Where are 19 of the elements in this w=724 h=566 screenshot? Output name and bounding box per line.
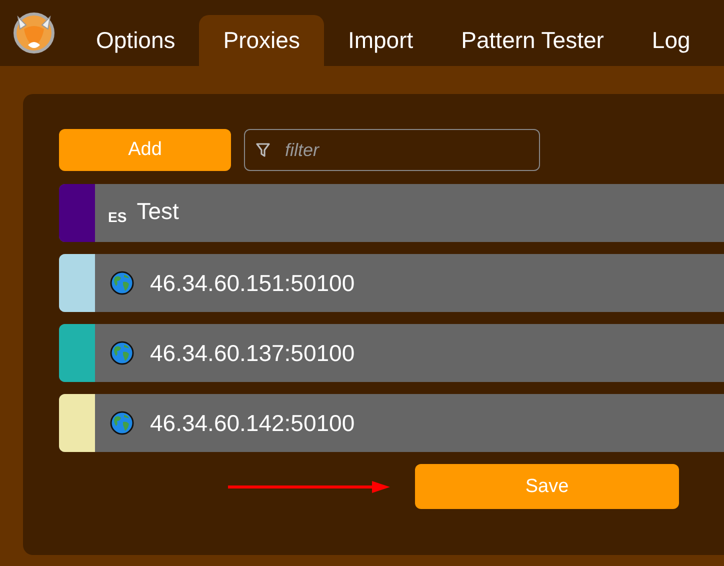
proxy-title: 46.34.60.151:50100 xyxy=(150,270,355,296)
proxy-row[interactable]: 46.34.60.142:50100 xyxy=(59,394,724,452)
pattern-label: ES xyxy=(108,209,127,225)
globe-icon xyxy=(110,411,134,435)
tab[interactable]: Pattern Tester xyxy=(437,15,628,66)
filter-field[interactable]: filter xyxy=(244,129,540,171)
proxy-row[interactable]: 46.34.60.137:50100 xyxy=(59,324,724,382)
tab[interactable]: Options xyxy=(72,15,200,66)
tab[interactable]: Import xyxy=(324,15,438,66)
proxy-title: 46.34.60.137:50100 xyxy=(150,340,355,366)
tab[interactable]: Log xyxy=(628,15,714,66)
globe-icon xyxy=(110,271,134,295)
proxy-title: Test xyxy=(136,198,179,224)
proxy-row[interactable]: ES Test xyxy=(59,184,724,242)
proxy-row[interactable]: 46.34.60.151:50100 xyxy=(59,254,724,312)
filter-icon xyxy=(256,142,270,158)
globe-icon xyxy=(110,341,134,365)
proxy-title: 46.34.60.142:50100 xyxy=(150,410,355,436)
tab[interactable]: Proxies xyxy=(199,15,324,66)
